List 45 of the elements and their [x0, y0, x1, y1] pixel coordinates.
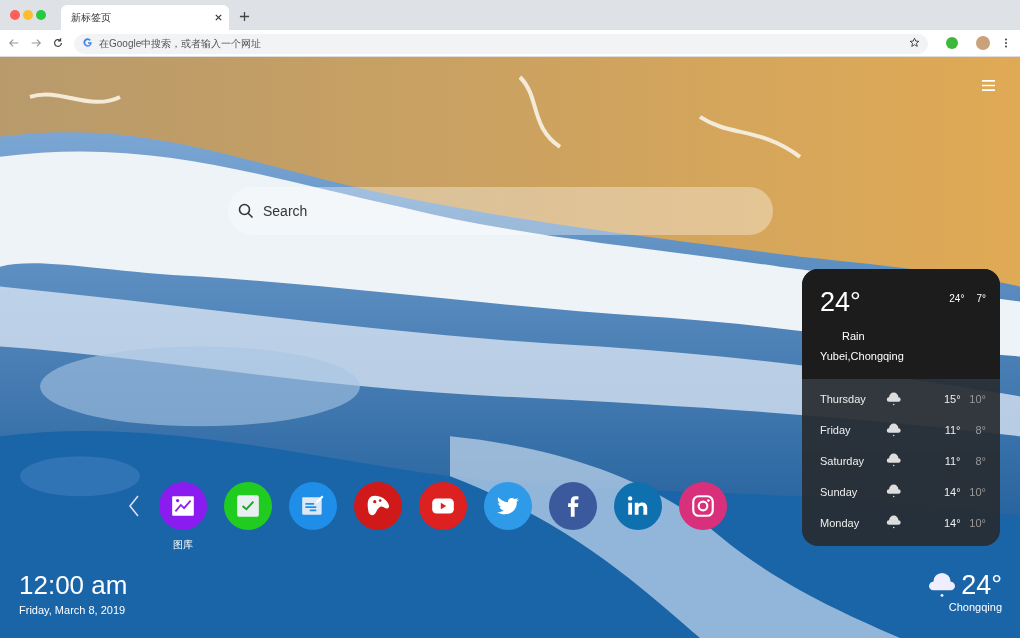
browser-tab[interactable]: 新标签页 — [61, 5, 229, 30]
forecast-day: Thursday — [820, 393, 886, 406]
forecast-day: Monday — [820, 516, 886, 529]
shortcut-label: 图库 — [173, 538, 193, 552]
cloud-icon — [885, 453, 901, 469]
google-g-icon — [83, 38, 93, 48]
cloud-icon — [885, 515, 901, 531]
forecast-low: 10° — [968, 393, 986, 406]
checkmark-icon — [235, 493, 261, 519]
clock-time: 12:00 am — [19, 570, 128, 601]
low-temperature: 7° — [976, 293, 986, 304]
back-icon[interactable] — [8, 37, 20, 49]
forecast-low: 8° — [974, 455, 986, 467]
temperature: 24° — [820, 287, 862, 318]
forward-icon[interactable] — [30, 37, 42, 49]
reload-icon[interactable] — [52, 37, 64, 49]
cloud-icon — [885, 422, 901, 438]
temperature: 24° — [961, 570, 1002, 601]
chart-image-icon — [170, 493, 196, 519]
close-icon[interactable] — [214, 13, 223, 22]
forecast-day: Saturday — [820, 455, 886, 467]
search-icon — [238, 203, 254, 219]
clock-date: Friday, March 8, 2019 — [19, 604, 127, 616]
high-temperature: 24° — [949, 293, 965, 304]
forecast-low: 8° — [974, 424, 986, 437]
address-field[interactable]: 在Google中搜索，或者输入一个网址 — [74, 33, 928, 54]
weather-condition: Rain — [842, 330, 866, 342]
cloud-icon — [885, 391, 901, 407]
cloud-icon — [885, 484, 901, 500]
forecast-high: 15° — [942, 393, 961, 406]
location: Yubei,Chongqing — [820, 350, 905, 362]
forecast-day: Sunday — [820, 485, 886, 498]
forecast-high: 11° — [943, 455, 961, 467]
cloud-icon — [927, 572, 958, 599]
forecast-high: 14° — [942, 485, 961, 498]
forecast-low: 10° — [968, 516, 986, 529]
city-name: Chongqing — [948, 601, 1002, 613]
camera-icon — [690, 493, 716, 519]
forecast-low: 10° — [968, 485, 986, 498]
forecast-high: 11° — [943, 424, 961, 437]
bookmark-star-icon[interactable] — [909, 37, 920, 48]
forecast-day: Friday — [820, 424, 886, 437]
new-tab-icon[interactable] — [239, 11, 250, 22]
forecast-high: 14° — [942, 516, 961, 529]
extension-icon[interactable] — [946, 37, 958, 49]
